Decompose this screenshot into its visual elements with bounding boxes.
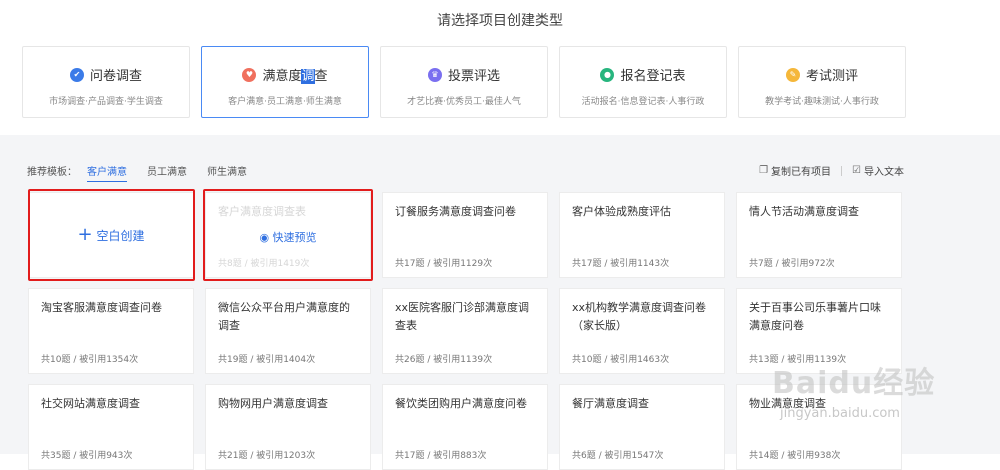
template-title: 客户体验成熟度评估 — [572, 205, 671, 218]
type-card[interactable]: ♥ 满意度调查客户满意·员工满意·师生满意 — [201, 46, 369, 118]
type-card-header: ♥ 满意度调查 — [202, 65, 368, 84]
type-card[interactable]: ✔ 问卷调查市场调查·产品调查·学生调查 — [22, 46, 190, 118]
template-title: xx医院客服门诊部满意度调查表 — [395, 301, 530, 332]
highlight-box-blank — [28, 189, 195, 281]
template-card[interactable]: 餐饮类团购用户满意度问卷 共17题 / 被引用883次 — [382, 384, 548, 470]
tab-teacher-student-satisfaction[interactable]: 师生满意 — [207, 163, 247, 182]
template-tabs: 推荐模板： 客户满意 员工满意 师生满意 — [27, 163, 257, 182]
heart-circle-icon: ♥ — [242, 67, 257, 82]
template-meta: 共17题 / 被引用1129次 — [395, 259, 493, 269]
type-card-name: 考试测评 — [805, 69, 858, 84]
page-title: 请选择项目创建类型 — [437, 13, 563, 29]
template-title: 订餐服务满意度调查问卷 — [395, 205, 516, 218]
check-circle-icon: ✔ — [69, 67, 84, 82]
watermark: Baidu经验 jingyan.baidu.com — [772, 358, 972, 438]
trophy-circle-icon: ♛ — [427, 67, 442, 82]
template-title: 购物网用户满意度调查 — [218, 397, 328, 410]
type-card-name: 问卷调查 — [89, 69, 142, 84]
pencil-circle-icon: ✎ — [785, 67, 800, 82]
type-card-header: ✔ 问卷调查 — [23, 65, 189, 84]
template-title: 关于百事公司乐事薯片口味满意度问卷 — [749, 301, 881, 332]
template-title: 餐饮类团购用户满意度问卷 — [395, 397, 527, 410]
template-card[interactable]: 淘宝客服满意度调查问卷 共10题 / 被引用1354次 — [28, 288, 194, 374]
template-title: 社交网站满意度调查 — [41, 397, 140, 410]
template-meta: 共19题 / 被引用1404次 — [218, 355, 316, 365]
template-card[interactable]: 订餐服务满意度调查问卷 共17题 / 被引用1129次 — [382, 192, 548, 278]
template-card[interactable]: 情人节活动满意度调查 共7题 / 被引用972次 — [736, 192, 902, 278]
template-meta: 共21题 / 被引用1203次 — [218, 451, 316, 461]
tab-employee-satisfaction[interactable]: 员工满意 — [147, 163, 187, 182]
import-icon: ☑ — [852, 165, 861, 176]
template-meta: 共17题 / 被引用883次 — [395, 451, 487, 461]
type-card-name: 满意度调查 — [262, 69, 328, 84]
type-card-header: ● 报名登记表 — [560, 65, 726, 84]
type-card[interactable]: ● 报名登记表活动报名·信息登记表·人事行政 — [559, 46, 727, 118]
type-card-name: 报名登记表 — [620, 69, 686, 84]
type-card-desc: 才艺比赛·优秀员工·最佳人气 — [407, 97, 521, 107]
toolbar: ❐ 复制已有项目 ☑ 导入文本 — [759, 163, 904, 178]
template-title: 淘宝客服满意度调查问卷 — [41, 301, 162, 314]
type-card-header: ♛ 投票评选 — [381, 65, 547, 84]
type-card-name: 投票评选 — [447, 69, 500, 84]
import-text-button[interactable]: ☑ 导入文本 — [852, 163, 904, 178]
type-card-desc: 客户满意·员工满意·师生满意 — [228, 97, 342, 107]
type-card-desc: 教学考试·趣味测试·人事行政 — [765, 97, 879, 107]
template-tabs-label: 推荐模板： — [27, 167, 77, 178]
watermark-url: jingyan.baidu.com — [780, 406, 900, 421]
template-meta: 共10题 / 被引用1463次 — [572, 355, 670, 365]
highlight-box-preview — [203, 189, 373, 281]
copy-project-label: 复制已有项目 — [771, 167, 832, 178]
template-meta: 共17题 / 被引用1143次 — [572, 259, 670, 269]
template-meta: 共35题 / 被引用943次 — [41, 451, 133, 461]
type-card[interactable]: ♛ 投票评选才艺比赛·优秀员工·最佳人气 — [380, 46, 548, 118]
template-card[interactable]: 餐厅满意度调查共6题 / 被引用1547次 — [559, 384, 725, 470]
template-meta: 共7题 / 被引用972次 — [749, 259, 835, 269]
type-card-header: ✎ 考试测评 — [739, 65, 905, 84]
template-card[interactable]: 客户体验成熟度评估 共17题 / 被引用1143次 — [559, 192, 725, 278]
type-card-desc: 市场调查·产品调查·学生调查 — [49, 97, 163, 107]
type-selection-area: 请选择项目创建类型 ✔ 问卷调查市场调查·产品调查·学生调查 ♥ 满意度调查客户满意·… — [0, 0, 1000, 135]
template-meta: 共10题 / 被引用1354次 — [41, 355, 139, 365]
copy-project-button[interactable]: ❐ 复制已有项目 — [759, 163, 831, 178]
divider — [841, 165, 843, 176]
template-card[interactable]: 购物网用户满意度调查 共21题 / 被引用1203次 — [205, 384, 371, 470]
template-meta: 共6题 / 被引用1547次 — [572, 451, 664, 461]
template-meta: 共26题 / 被引用1139次 — [395, 355, 493, 365]
copy-icon: ❐ — [759, 165, 769, 176]
template-card[interactable]: xx机构教学满意度调查问卷（家长版） 共10题 / 被引用1463次 — [559, 288, 725, 374]
type-card-desc: 活动报名·信息登记表·人事行政 — [581, 97, 705, 107]
type-card[interactable]: ✎ 考试测评教学考试·趣味测试·人事行政 — [738, 46, 906, 118]
tab-customer-satisfaction[interactable]: 客户满意 — [87, 163, 127, 182]
template-title: 微信公众平台用户满意度的调查 — [218, 301, 350, 332]
template-title: 餐厅满意度调查 — [572, 397, 649, 410]
template-meta: 共14题 / 被引用938次 — [749, 451, 841, 461]
template-title: xx机构教学满意度调查问卷（家长版） — [572, 301, 707, 332]
watermark-logo: Baidu经验 — [772, 366, 936, 401]
import-text-label: 导入文本 — [864, 167, 904, 178]
template-title: 情人节活动满意度调查 — [749, 205, 859, 218]
template-card[interactable]: 社交网站满意度调查 共35题 / 被引用943次 — [28, 384, 194, 470]
template-card[interactable]: 微信公众平台用户满意度的调查共19题 / 被引用1404次 — [205, 288, 371, 374]
user-circle-icon: ● — [600, 67, 615, 82]
template-card[interactable]: xx医院客服门诊部满意度调查表共26题 / 被引用1139次 — [382, 288, 548, 374]
